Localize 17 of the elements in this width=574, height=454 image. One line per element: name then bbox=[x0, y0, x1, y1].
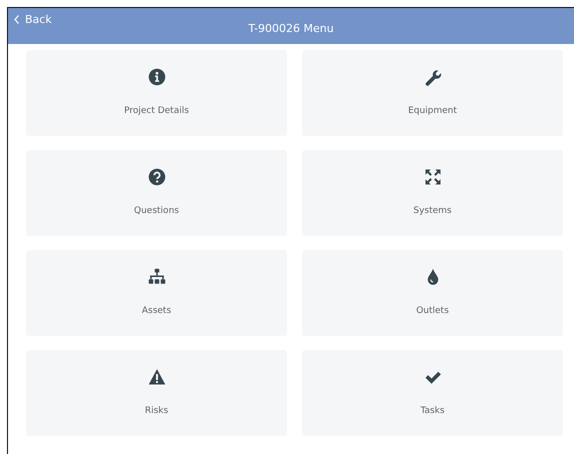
menu-tile[interactable]: Tasks bbox=[302, 350, 563, 436]
expand-icon bbox=[424, 168, 442, 186]
wrench-icon bbox=[424, 68, 442, 86]
chevron-left-icon bbox=[14, 15, 19, 24]
menu-tile[interactable]: Outlets bbox=[302, 250, 563, 336]
question-icon bbox=[148, 168, 166, 186]
warning-icon bbox=[148, 368, 166, 386]
info-icon bbox=[148, 68, 166, 86]
menu-tile[interactable]: Systems bbox=[302, 150, 563, 236]
menu-tile[interactable]: Assets bbox=[26, 250, 287, 336]
menu-tile[interactable]: Risks bbox=[26, 350, 287, 436]
menu-tile[interactable]: Equipment bbox=[302, 50, 563, 136]
menu-tile[interactable]: Questions bbox=[26, 150, 287, 236]
menu-tile[interactable]: Project Details bbox=[26, 50, 287, 136]
sitemap-icon bbox=[148, 268, 166, 286]
back-button[interactable]: Back bbox=[14, 13, 52, 26]
page-title: T-900026 Menu bbox=[248, 22, 334, 34]
